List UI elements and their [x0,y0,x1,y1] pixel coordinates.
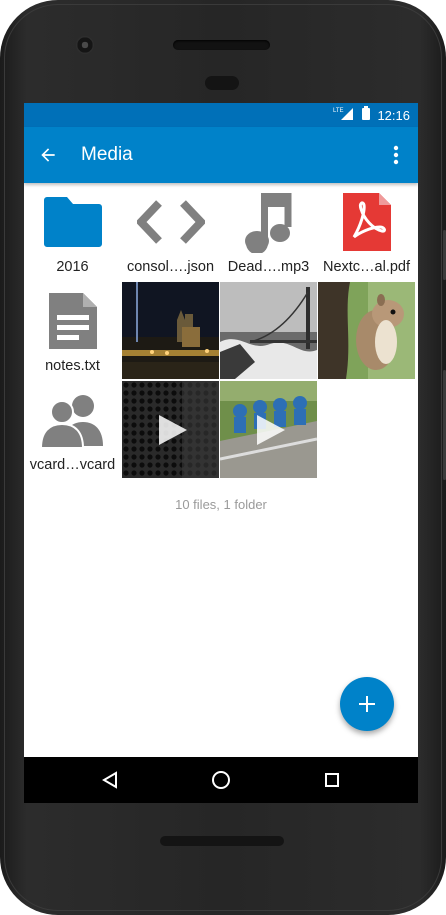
grid-item-photo[interactable] [318,282,415,379]
contacts-icon [40,395,103,448]
status-time: 12:16 [377,107,410,123]
grid-item-folder-2016[interactable]: 2016 [24,183,121,280]
item-label: Nextc…al.pdf [322,259,411,275]
item-label: Dead….mp3 [227,259,310,275]
grid-item-mp3[interactable]: Dead….mp3 [220,183,317,280]
grid-item-pdf[interactable]: Nextc…al.pdf [318,183,415,280]
item-label: 2016 [56,259,89,275]
add-button[interactable] [340,677,394,731]
back-button[interactable] [34,141,62,169]
grid-item-video[interactable] [122,381,219,478]
nav-recents-button[interactable] [320,768,344,792]
photo-thumbnail-squirrel [318,282,415,379]
item-label: consol….json [126,259,215,275]
grid-item-photo[interactable] [220,282,317,379]
battery-icon [362,105,371,125]
app-bar: Media [24,127,418,183]
plus-icon [359,696,375,712]
item-label: vcard…vcard [29,457,116,473]
bottom-speaker [160,836,284,846]
earpiece-speaker [173,40,270,50]
text-document-icon [48,293,97,349]
music-note-icon [244,193,291,253]
recents-square-icon [325,773,339,787]
proximity-sensor [205,76,239,90]
play-icon [158,414,187,445]
more-vert-icon [393,145,399,165]
network-type-label: LTE [333,108,344,114]
grid-item-vcard[interactable]: vcard…vcard [24,381,121,478]
file-count-summary: 10 files, 1 folder [175,497,267,512]
pdf-icon [342,193,391,251]
back-triangle-icon [102,771,117,789]
nav-home-button[interactable] [209,768,233,792]
grid-item-notes[interactable]: notes.txt [24,282,121,379]
grid-item-photo[interactable] [122,282,219,379]
play-icon [256,414,285,445]
grid-item-json[interactable]: consol….json [122,183,219,280]
system-navigation-bar [24,757,418,803]
photo-thumbnail-bridge [220,282,317,379]
nav-back-button[interactable] [98,768,122,792]
home-circle-icon [212,771,230,789]
status-bar: LTE 12:16 [24,103,418,127]
folder-icon [43,197,102,247]
code-icon [136,200,205,244]
item-label: notes.txt [45,358,100,374]
page-title: Media [81,144,133,165]
grid-item-video[interactable] [220,381,317,478]
overflow-menu-button[interactable] [384,141,408,169]
screen: LTE 12:16 Media 2016 consol….json Dead….… [24,103,418,803]
front-camera [76,36,94,54]
photo-thumbnail-night-city [122,282,219,379]
arrow-back-icon [41,148,55,162]
lte-signal-icon: LTE [333,106,355,125]
